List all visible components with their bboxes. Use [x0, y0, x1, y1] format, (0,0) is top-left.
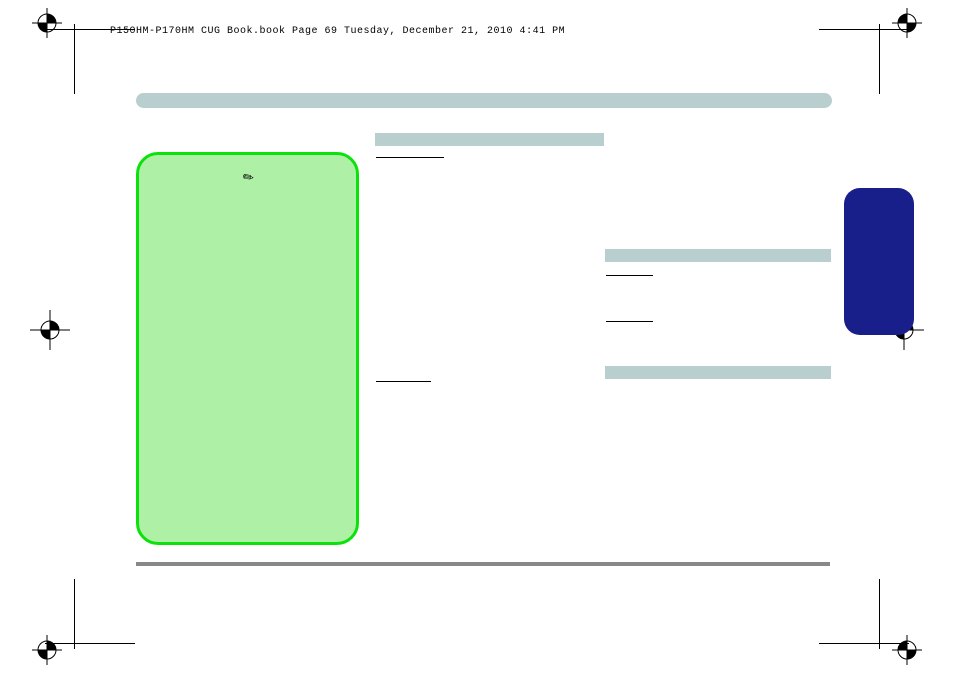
frame-line	[879, 579, 880, 649]
text-underline	[606, 275, 653, 276]
page-source-header: P150HM-P170HM CUG Book.book Page 69 Tues…	[110, 26, 565, 37]
frame-line	[879, 24, 880, 94]
section-banner	[136, 93, 832, 108]
heading-placeholder	[605, 366, 831, 379]
chapter-tab	[844, 188, 914, 335]
footer-rule	[136, 562, 830, 566]
crop-mark-icon	[862, 605, 922, 665]
heading-placeholder	[375, 133, 604, 146]
frame-line	[45, 643, 135, 644]
crop-mark-icon	[32, 605, 92, 665]
frame-line	[819, 643, 909, 644]
page: P150HM-P170HM CUG Book.book Page 69 Tues…	[0, 0, 954, 673]
crop-mark-icon	[862, 8, 922, 68]
heading-placeholder	[605, 249, 831, 262]
note-callout-box: ✎	[136, 152, 359, 545]
pencil-icon: ✎	[238, 166, 257, 188]
crop-mark-icon	[20, 300, 80, 360]
frame-line	[74, 579, 75, 649]
text-underline	[376, 381, 431, 382]
frame-line	[74, 24, 75, 94]
frame-line	[819, 29, 909, 30]
text-underline	[606, 321, 653, 322]
crop-mark-icon	[32, 8, 92, 68]
text-underline	[376, 157, 444, 158]
